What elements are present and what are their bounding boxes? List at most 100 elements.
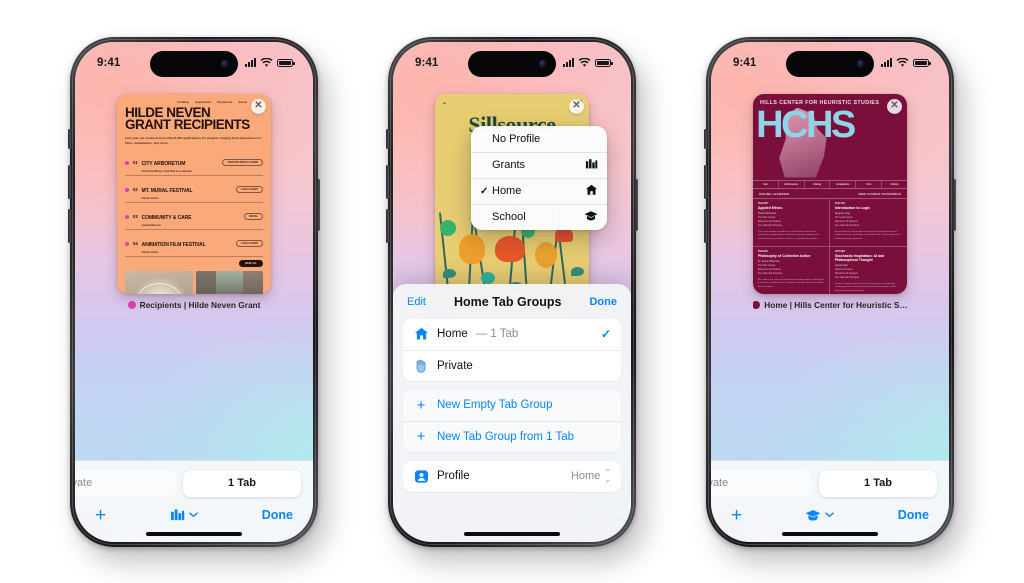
tab-group-row-home[interactable]: Home — 1 Tab ✓ bbox=[403, 319, 621, 350]
tab-count-chip[interactable]: 1 Tab bbox=[819, 469, 937, 497]
tab-group-button[interactable] bbox=[805, 509, 835, 522]
view-all-cta[interactable]: VIEW ALL bbox=[117, 257, 271, 267]
section-right: NEW COURSE OFFERINGS bbox=[858, 192, 901, 197]
nav-item[interactable]: Recipients bbox=[217, 101, 232, 104]
nav-item[interactable]: Academics bbox=[830, 180, 857, 189]
course-name: Introduction to Logic bbox=[835, 206, 870, 211]
nav-item[interactable]: Funding bbox=[177, 101, 189, 104]
tab-count-chip[interactable]: 1 Tab bbox=[183, 469, 301, 497]
chevron-down-icon bbox=[825, 512, 835, 518]
new-tab-group-button[interactable]: + New Tab Group from 1 Tab bbox=[403, 420, 621, 452]
silent-switch[interactable] bbox=[68, 128, 71, 149]
nav-item[interactable]: Ask bbox=[753, 180, 779, 189]
course-cell[interactable]: PHL145 Introduction to Logic Eugene Lang… bbox=[830, 199, 907, 248]
profile-label: Profile bbox=[437, 470, 470, 482]
silent-switch[interactable] bbox=[704, 128, 707, 149]
silent-switch[interactable] bbox=[386, 128, 389, 149]
new-tab-button[interactable]: + bbox=[731, 506, 742, 525]
list-item[interactable]: 01 CITY ARBORETUM First Place Winner, Fi… bbox=[125, 149, 263, 177]
home-indicator[interactable] bbox=[146, 531, 242, 536]
tab-card-3[interactable]: ✕ HILLS CENTER FOR HEURISTIC STUDIES HCH… bbox=[753, 93, 907, 310]
recipient-list: 01 CITY ARBORETUM First Place Winner, Fi… bbox=[117, 145, 271, 258]
favicon-icon bbox=[127, 300, 136, 309]
phone-3-screen: 9:41 ✕ HILLS CENTER FOR HEURISTIC STUDIE… bbox=[711, 41, 949, 542]
cellular-signal-icon bbox=[563, 58, 574, 67]
power-button[interactable] bbox=[317, 178, 320, 231]
volume-up-button[interactable] bbox=[68, 164, 71, 199]
profile-group: Profile Home ⌃ ⌄ bbox=[403, 460, 621, 492]
profile-value-wrap[interactable]: Home ⌃ ⌄ bbox=[571, 468, 611, 483]
browser-toolbar: Private 1 Tab + Done bbox=[711, 459, 949, 542]
nav-item[interactable]: Arts bbox=[856, 180, 883, 189]
menu-item-home[interactable]: ✓ Home bbox=[471, 177, 607, 204]
new-empty-tab-group-button[interactable]: + New Empty Tab Group bbox=[403, 390, 621, 421]
house-icon bbox=[585, 184, 598, 199]
close-icon[interactable]: ✕ bbox=[569, 98, 584, 114]
done-button[interactable]: Done bbox=[898, 508, 929, 522]
course-code: PHL301 bbox=[758, 250, 768, 254]
toolbar-row: + Done bbox=[711, 497, 949, 529]
nav-item[interactable]: Giving bbox=[805, 180, 831, 189]
bullet-icon bbox=[125, 160, 129, 165]
close-icon[interactable]: ✕ bbox=[887, 98, 902, 114]
volume-down-button[interactable] bbox=[68, 208, 71, 243]
home-indicator[interactable] bbox=[782, 531, 878, 536]
hero-banner: HCHS bbox=[753, 106, 907, 180]
course-description: An introduction to formal deductive logi… bbox=[835, 230, 901, 240]
nav-item[interactable]: Admissions bbox=[779, 180, 805, 189]
course-description: This course introduces students to a wid… bbox=[758, 230, 820, 240]
site-topbar: ⌄ bbox=[435, 94, 589, 106]
site-logo: HCHS bbox=[756, 105, 856, 146]
nav-item[interactable]: About bbox=[239, 101, 248, 104]
gallery-image-installation bbox=[125, 270, 193, 294]
volume-down-button[interactable] bbox=[386, 208, 389, 243]
profile-popup-menu: No Profile Grants ✓ Home School bbox=[471, 125, 607, 230]
item-number: 01 bbox=[133, 160, 138, 166]
volume-up-button[interactable] bbox=[704, 164, 707, 199]
nav-item[interactable]: Library bbox=[882, 181, 907, 189]
chevron-down-icon[interactable]: ⌄ bbox=[442, 99, 447, 106]
course-cell[interactable]: GPL222 Stochastic Inspiration: AI and Ph… bbox=[830, 247, 907, 293]
dynamic-island bbox=[150, 50, 238, 77]
front-camera-icon bbox=[857, 59, 865, 68]
wifi-icon bbox=[260, 57, 273, 67]
tab-label: Home | Hills Center for Heuristic S… bbox=[753, 300, 907, 310]
tab-group-picker: Private 1 Tab bbox=[75, 469, 313, 497]
item-sub: Various Artists bbox=[141, 251, 159, 255]
done-button[interactable]: Done bbox=[262, 508, 293, 522]
building-columns-icon bbox=[585, 158, 598, 173]
cellular-signal-icon bbox=[881, 58, 892, 67]
nav-item[interactable]: Application bbox=[195, 101, 211, 104]
private-tab-chip[interactable]: Private bbox=[711, 469, 812, 497]
edit-button[interactable]: Edit bbox=[407, 296, 426, 308]
course-instructor: Genoa Vuic bbox=[835, 263, 848, 267]
volume-down-button[interactable] bbox=[704, 208, 707, 243]
volume-up-button[interactable] bbox=[386, 164, 389, 199]
tab-group-button[interactable] bbox=[170, 508, 198, 522]
house-icon bbox=[413, 326, 429, 342]
battery-icon bbox=[595, 58, 613, 67]
power-button[interactable] bbox=[953, 178, 956, 231]
item-title: MT. MURAL FESTIVAL bbox=[141, 187, 193, 194]
home-indicator[interactable] bbox=[464, 531, 560, 536]
course-name: Applied Ethics bbox=[758, 206, 783, 211]
tab-card-1[interactable]: ✕ Funding Application Recipients About H… bbox=[117, 93, 271, 310]
list-item[interactable]: 03 COMMUNITY & CARE Juanita Blanconi MUR… bbox=[125, 203, 263, 231]
list-item[interactable]: 02 MT. MURAL FESTIVAL Various Artists LO… bbox=[125, 176, 263, 204]
tab-preview-hchs[interactable]: ✕ HILLS CENTER FOR HEURISTIC STUDIES HCH… bbox=[753, 93, 907, 294]
profile-row[interactable]: Profile Home ⌃ ⌄ bbox=[403, 461, 621, 492]
close-icon[interactable]: ✕ bbox=[251, 98, 266, 114]
menu-item-grants[interactable]: Grants bbox=[471, 151, 607, 178]
course-cell[interactable]: PHL205 Applied Ethics Davia Hartwood Fir… bbox=[753, 199, 830, 248]
tab-preview-hilde-neven[interactable]: ✕ Funding Application Recipients About H… bbox=[117, 93, 271, 294]
list-item[interactable]: 04 ANIMATION FILM FESTIVAL Various Artis… bbox=[125, 230, 263, 258]
new-tab-button[interactable]: + bbox=[95, 506, 106, 525]
menu-item-school[interactable]: School bbox=[471, 203, 607, 230]
power-button[interactable] bbox=[635, 178, 638, 231]
course-cell[interactable]: PHL301 Philosophy of Collective Action D… bbox=[753, 247, 830, 294]
private-tab-chip[interactable]: Private bbox=[75, 469, 176, 497]
menu-item-no-profile[interactable]: No Profile bbox=[471, 126, 607, 152]
tab-group-name: Private bbox=[437, 359, 473, 372]
tab-group-row-private[interactable]: Private bbox=[403, 349, 621, 381]
done-button[interactable]: Done bbox=[589, 296, 617, 308]
